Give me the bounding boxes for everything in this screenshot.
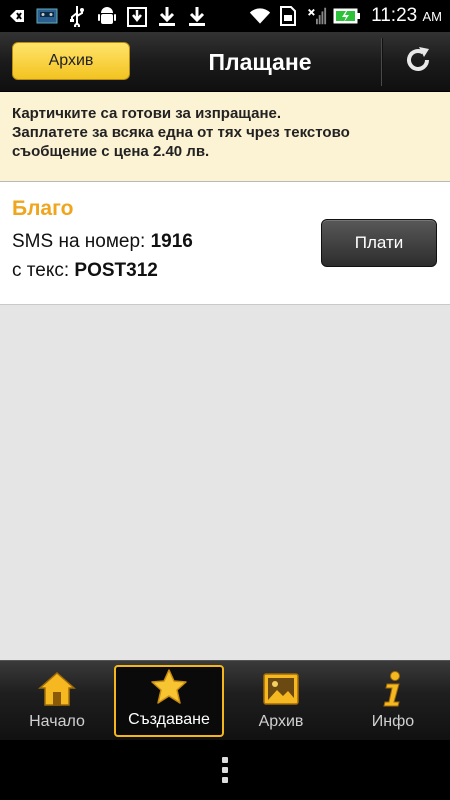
archive-button[interactable]: Архив <box>12 42 130 80</box>
tab-label: Създаване <box>128 711 210 728</box>
back-icon <box>6 5 28 27</box>
banner-line: Заплатете за всяка една от тях чрез текс… <box>12 124 350 141</box>
system-nav-bar <box>0 740 450 800</box>
bottom-tab-bar: Начало Създаване Архив Инфо <box>0 660 450 740</box>
battery-charging-icon <box>333 5 361 27</box>
page-title: Плащане <box>208 49 312 75</box>
tab-info[interactable]: Инфо <box>338 665 448 737</box>
content-area: Благо SMS на номер: 1916 с текс: POST312… <box>0 182 450 660</box>
android-debug-icon <box>96 5 118 27</box>
info-icon <box>373 669 413 709</box>
sms-text-value: POST312 <box>74 260 158 281</box>
action-bar-divider <box>381 38 383 86</box>
signal-icon <box>305 5 327 27</box>
sms-number-label: SMS на номер: <box>12 231 151 252</box>
pay-button[interactable]: Плати <box>321 219 437 267</box>
refresh-button[interactable] <box>386 32 450 92</box>
sms-number-value: 1916 <box>150 231 193 252</box>
banner-line: съобщение с цена 2.40 лв. <box>12 143 210 160</box>
tab-label: Инфо <box>371 713 415 730</box>
tab-label: Начало <box>29 713 85 730</box>
clock: 11:23 AM <box>371 5 442 26</box>
tab-label: Архив <box>258 713 304 730</box>
recipient-name: Благо <box>12 197 74 220</box>
download-icon <box>156 5 178 27</box>
action-bar: Архив Плащане <box>0 32 450 92</box>
payment-card: Благо SMS на номер: 1916 с текс: POST312… <box>0 182 450 305</box>
info-banner: Картичките са готови за изпращане. Запла… <box>0 92 450 182</box>
home-icon <box>37 669 77 709</box>
usb-icon <box>66 5 88 27</box>
download-box-icon <box>126 5 148 27</box>
banner-line: Картичките са готови за изпращане. <box>12 105 282 122</box>
sms-text-label: с текс: <box>12 260 75 281</box>
tab-create[interactable]: Създаване <box>114 665 224 737</box>
tab-archive[interactable]: Архив <box>226 665 336 737</box>
star-icon <box>149 667 189 707</box>
system-icons: 11:23 AM <box>249 4 442 28</box>
refresh-icon <box>402 44 434 80</box>
picture-icon <box>261 669 301 709</box>
sim-icon <box>277 5 299 27</box>
download-icon <box>186 5 208 27</box>
notification-icons <box>6 4 208 28</box>
sms-text-line: с текс: POST312 <box>12 260 158 282</box>
cassette-icon <box>36 5 58 27</box>
menu-icon[interactable] <box>221 757 229 783</box>
wifi-icon <box>249 5 271 27</box>
sms-number-line: SMS на номер: 1916 <box>12 231 193 253</box>
tab-home[interactable]: Начало <box>2 665 112 737</box>
status-bar: 11:23 AM <box>0 0 450 32</box>
